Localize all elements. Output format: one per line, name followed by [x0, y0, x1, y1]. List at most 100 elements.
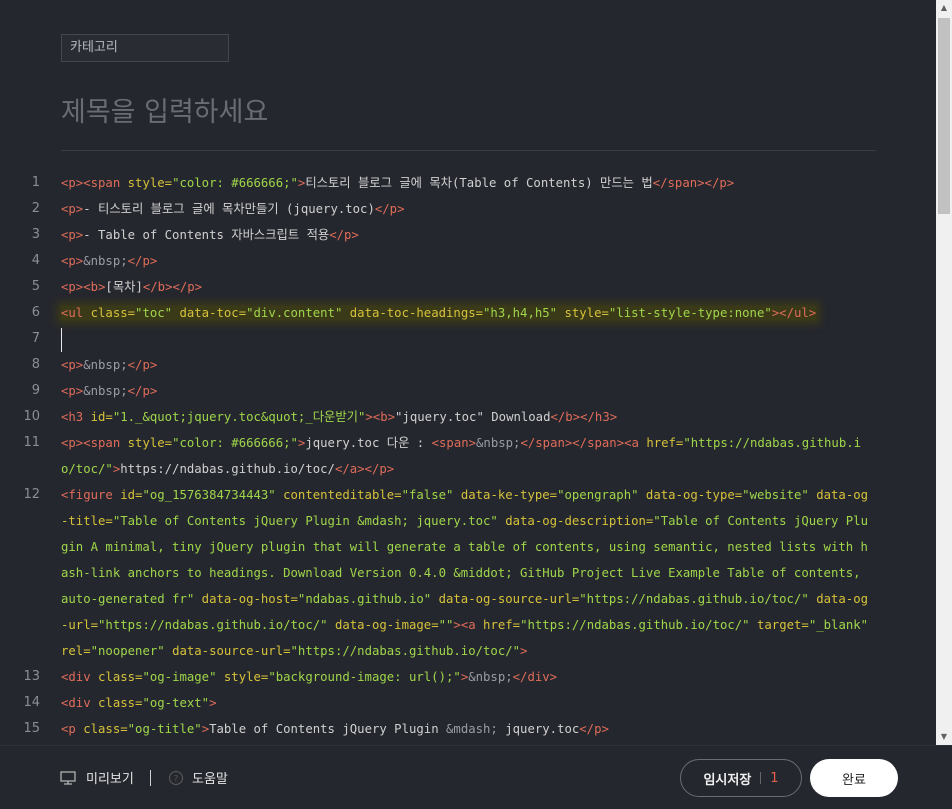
code-token: Table of Contents jQuery Plugin: [209, 722, 447, 736]
code-token: </p>: [579, 722, 609, 736]
footer-separator: [150, 770, 151, 786]
code-line-text[interactable]: <p>&nbsp;</p>: [61, 378, 873, 404]
code-token: data-toc-headings=: [349, 306, 484, 320]
line-number: 2: [31, 201, 40, 216]
code-line[interactable]: 14 <div class="og-text">: [0, 690, 936, 716]
code-token: jquery.toc 다운 :: [305, 436, 432, 450]
code-line-text[interactable]: <ul class="toc" data-toc="div.content" d…: [61, 300, 873, 326]
code-token: data-og-description=: [505, 514, 654, 528]
line-number: 15: [23, 721, 40, 736]
code-token: </b></p>: [142, 280, 203, 294]
code-line-text[interactable]: <figure id="og_1576384734443" contentedi…: [61, 482, 873, 664]
code-token: <h3: [61, 410, 91, 424]
code-line[interactable]: 7: [0, 326, 936, 352]
code-line-text[interactable]: <p>&nbsp;</p>: [61, 248, 873, 274]
code-line[interactable]: 4 <p>&nbsp;</p>: [0, 248, 936, 274]
code-line[interactable]: 2 <p>- 티스토리 블로그 글에 목차만들기 (jquery.toc)</p>: [0, 196, 936, 222]
code-line-text[interactable]: <div class="og-text">: [61, 690, 873, 716]
code-line[interactable]: 9 <p>&nbsp;</p>: [0, 378, 936, 404]
code-token: "false": [401, 488, 461, 502]
code-token: style=: [564, 306, 609, 320]
code-line-text[interactable]: <h3 id="1._&quot;jquery.toc&quot;_다운받기">…: [61, 404, 873, 430]
code-token: &nbsp;: [83, 358, 128, 372]
temp-save-button[interactable]: 임시저장 1: [680, 759, 802, 797]
code-token: <ul: [61, 306, 91, 320]
code-line-text[interactable]: <div class="og-image" style="background-…: [61, 664, 873, 690]
code-token: "https://ndabas.github.io/toc/": [579, 592, 817, 606]
code-token: https://ndabas.github.io/toc/: [120, 462, 335, 476]
code-token: </p>: [127, 358, 158, 372]
line-number: 5: [31, 279, 40, 294]
publish-button[interactable]: 완료: [810, 759, 898, 797]
code-token: - 티스토리 블로그 글에 목차만들기 (jquery.toc): [83, 202, 375, 216]
preview-button[interactable]: 미리보기: [60, 746, 134, 809]
code-token: data-og-image=: [334, 618, 439, 632]
code-token: </b></h3>: [550, 410, 618, 424]
title-input[interactable]: 제목을 입력하세요: [61, 90, 268, 129]
code-token: data-toc=: [179, 306, 247, 320]
code-line[interactable]: 15 <p class="og-title">Table of Contents …: [0, 716, 936, 742]
editor-scrollbar[interactable]: ▲ ▼: [936, 0, 952, 745]
code-token: "og_1576384734443": [142, 488, 284, 502]
code-line-text[interactable]: <p><span style="color: #666666;">티스토리 블로…: [61, 170, 873, 196]
temp-save-count: 1: [770, 770, 779, 786]
code-line[interactable]: 12 <figure id="og_1576384734443" contente…: [0, 482, 936, 664]
line-number: 11: [23, 435, 40, 450]
scroll-up-arrow-icon[interactable]: ▲: [936, 0, 952, 16]
code-token: >: [520, 644, 528, 658]
line-number: 13: [23, 669, 40, 684]
scroll-down-arrow-icon[interactable]: ▼: [936, 729, 952, 745]
text-cursor: [61, 327, 62, 352]
code-line-text[interactable]: <p>- 티스토리 블로그 글에 목차만들기 (jquery.toc)</p>: [61, 196, 873, 222]
code-token: "jquery.toc" Download: [395, 410, 551, 424]
code-token: <p>: [61, 228, 84, 242]
code-line[interactable]: 11 <p><span style="color: #666666;">jquer…: [0, 430, 936, 482]
category-select[interactable]: 카테고리: [61, 34, 229, 62]
code-line[interactable]: 3 <p>- Table of Contents 자바스크립트 적용</p>: [0, 222, 936, 248]
code-token: "og-title": [127, 722, 202, 736]
code-line-text[interactable]: [61, 326, 873, 352]
code-token: &nbsp;: [468, 670, 513, 684]
html-code-editor[interactable]: 1 <p><span style="color: #666666;">티스토리 블…: [0, 170, 936, 745]
code-line-text[interactable]: <p class="og-title">Table of Contents jQ…: [61, 716, 873, 742]
code-token: >: [201, 722, 210, 736]
code-line-text[interactable]: <p><span style="color: #666666;">jquery.…: [61, 430, 873, 482]
code-token: data-og-host=: [201, 592, 298, 606]
code-token: jquery.toc: [497, 722, 580, 736]
code-line-text[interactable]: <p>&nbsp;</p>: [61, 352, 873, 378]
line-number: 1: [31, 175, 40, 190]
code-token: class=: [83, 722, 128, 736]
code-token: "background-image: url();": [268, 670, 461, 684]
line-number: 3: [31, 227, 40, 242]
code-token: &nbsp;: [476, 436, 521, 450]
code-line[interactable]: 10 <h3 id="1._&quot;jquery.toc&quot;_다운받기…: [0, 404, 936, 430]
code-token: "https://ndabas.github.io/toc/": [290, 644, 521, 658]
code-line[interactable]: 13 <div class="og-image" style="backgroun…: [0, 664, 936, 690]
code-line[interactable]: 8 <p>&nbsp;</p>: [0, 352, 936, 378]
help-icon: ?: [168, 770, 184, 786]
editor-area: 카테고리 제목을 입력하세요 1 <p><span style="color: #…: [0, 0, 936, 745]
code-line[interactable]: 6 <ul class="toc" data-toc="div.content" …: [0, 300, 936, 326]
code-token: </p>: [374, 202, 405, 216]
code-token: style=: [127, 176, 173, 190]
code-token: "list-style-type:none": [608, 306, 772, 320]
line-number: 6: [31, 305, 40, 320]
editor-footer: 미리보기 ? 도움말 임시저장 1 완료: [0, 745, 952, 809]
preview-label: 미리보기: [86, 772, 134, 787]
code-token: <figure: [61, 488, 121, 502]
help-button[interactable]: ? 도움말: [168, 746, 228, 809]
line-number: 4: [31, 253, 40, 268]
scrollbar-thumb[interactable]: [938, 18, 950, 214]
code-line[interactable]: 5 <p><b>[목차]</b></p>: [0, 274, 936, 300]
code-line[interactable]: 1 <p><span style="color: #666666;">티스토리 블…: [0, 170, 936, 196]
code-token: "h3,h4,h5": [483, 306, 565, 320]
code-token: rel=: [61, 644, 91, 658]
line-number: 7: [31, 331, 40, 346]
line-number: 14: [23, 695, 40, 710]
code-line-text[interactable]: <p>- Table of Contents 자바스크립트 적용</p>: [61, 222, 873, 248]
line-number: 8: [31, 357, 40, 372]
code-token: contenteditable=: [283, 488, 402, 502]
code-token: &mdash;: [446, 722, 498, 736]
code-line-text[interactable]: <p><b>[목차]</b></p>: [61, 274, 873, 300]
code-token: &nbsp;: [83, 384, 128, 398]
